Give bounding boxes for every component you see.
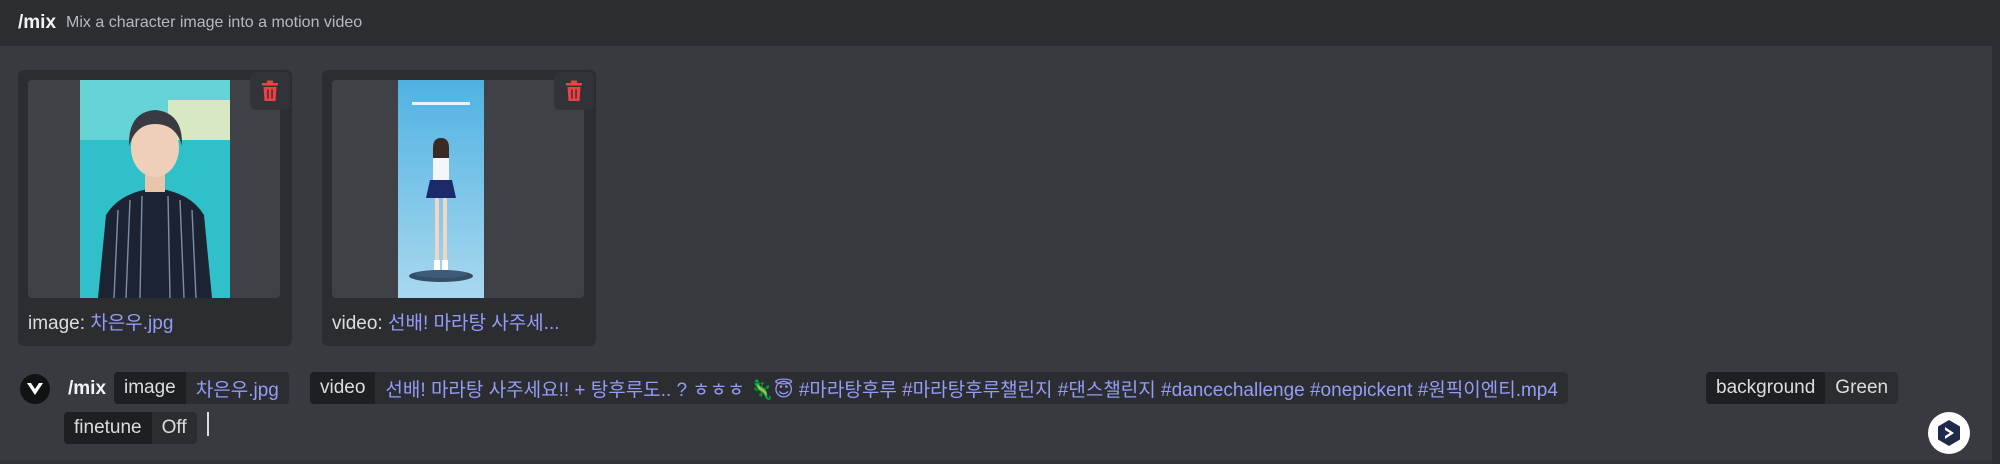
option-value[interactable]: Off	[151, 412, 197, 444]
attachment-filename[interactable]: 선배! 마라탕 사주세...	[388, 313, 560, 334]
attachment-key: video:	[332, 313, 383, 334]
attachment-label-video: video: 선배! 마라탕 사주세...	[332, 308, 560, 335]
option-key: finetune	[64, 412, 152, 444]
option-value[interactable]: 차은우.jpg	[185, 372, 289, 404]
option-finetune[interactable]: finetune Off	[64, 412, 197, 444]
attachment-filename[interactable]: 차은우.jpg	[90, 313, 173, 334]
attachment-card-video: video: 선배! 마라탕 사주세...	[322, 70, 596, 346]
delete-video-button[interactable]	[554, 72, 594, 110]
trash-icon	[262, 80, 278, 101]
option-value[interactable]: 선배! 마라탕 사주세요!! + 탕후루도.. ? ㅎㅎㅎ 🦎😇 #마라탕후루 …	[375, 372, 1568, 404]
attachment-preview-image[interactable]	[28, 80, 280, 298]
attachment-label-image: image: 차은우.jpg	[28, 308, 173, 335]
option-value[interactable]: Green	[1825, 372, 1899, 404]
option-background[interactable]: background Green	[1706, 372, 1899, 404]
text-caret	[207, 412, 209, 436]
option-key: image	[114, 372, 186, 404]
bot-logo-icon	[27, 383, 43, 395]
option-key: video	[310, 372, 376, 404]
send-button[interactable]	[1928, 412, 1970, 454]
delete-image-button[interactable]	[250, 72, 290, 110]
composer-command: /mix	[68, 378, 107, 399]
attachment-preview-video[interactable]	[332, 80, 584, 298]
command-header: /mix Mix a character image into a motion…	[0, 0, 1992, 46]
option-video[interactable]: video 선배! 마라탕 사주세요!! + 탕후루도.. ? ㅎㅎㅎ 🦎😇 #…	[310, 372, 1568, 404]
command-description: Mix a character image into a motion vide…	[66, 14, 363, 31]
option-image[interactable]: image 차은우.jpg	[114, 372, 289, 404]
person-photo	[28, 80, 280, 298]
scrollbar[interactable]	[1992, 0, 2000, 464]
attachment-key: image:	[28, 313, 86, 334]
command-name: /mix	[18, 12, 57, 33]
option-key: background	[1706, 372, 1826, 404]
command-composer[interactable]: /mix image 차은우.jpg video 선배! 마라탕 사주세요!! …	[0, 362, 1992, 464]
attachment-card-image: image: 차은우.jpg	[18, 70, 292, 346]
bot-avatar	[20, 374, 50, 404]
dancer-video-frame	[332, 80, 584, 298]
trash-icon	[566, 80, 582, 101]
send-icon	[1938, 420, 1960, 446]
